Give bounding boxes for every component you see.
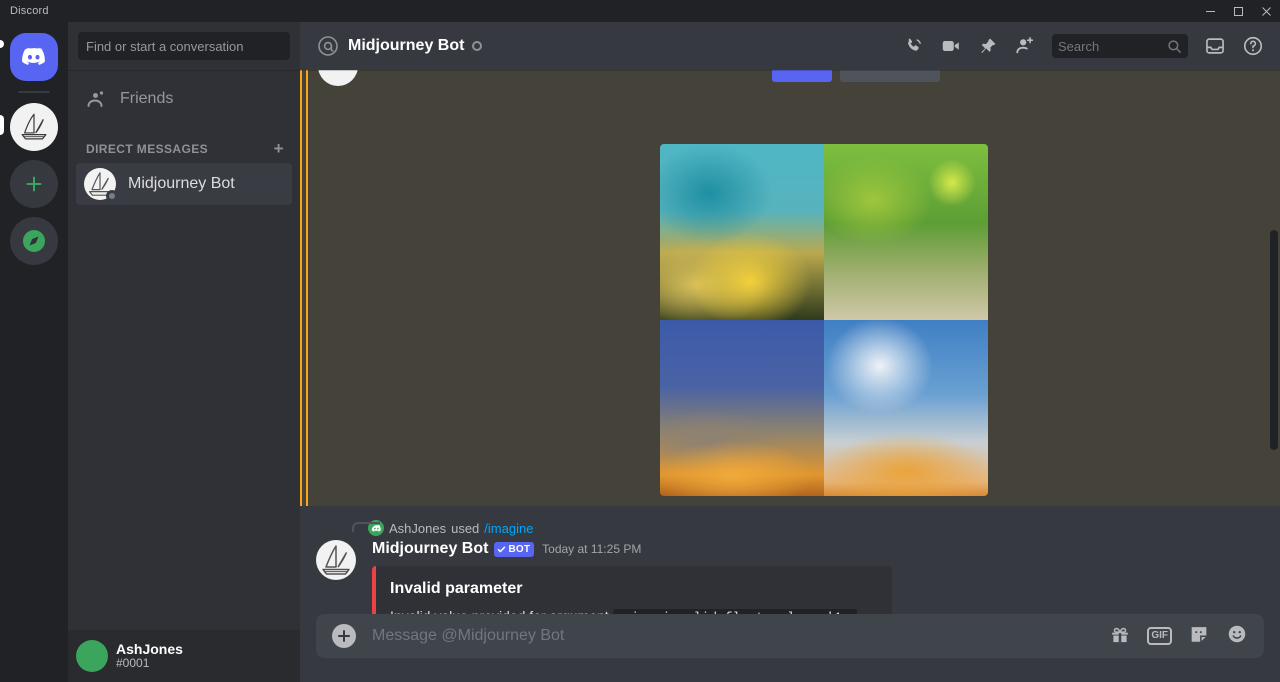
composer-container: Message @Midjourney Bot GIF bbox=[300, 614, 1280, 682]
page-title: Midjourney Bot bbox=[348, 37, 465, 54]
interaction-command[interactable]: /imagine bbox=[484, 521, 533, 536]
add-friends-icon[interactable] bbox=[1014, 35, 1036, 57]
gift-icon[interactable] bbox=[1109, 623, 1131, 650]
interaction-reference: AshJones used /imagine bbox=[300, 510, 1264, 536]
avatar bbox=[318, 70, 358, 86]
channel-header: Midjourney Bot Search bbox=[300, 22, 1280, 70]
grid-quadrant-2[interactable] bbox=[824, 144, 988, 320]
search-placeholder: Search bbox=[1058, 38, 1100, 54]
sidebar-item-friends-label: Friends bbox=[120, 90, 174, 107]
upload-file-icon[interactable] bbox=[332, 624, 356, 648]
find-conversation-input[interactable]: Find or start a conversation bbox=[78, 32, 290, 60]
user-panel[interactable]: AshJones #0001 bbox=[68, 630, 300, 682]
status-badge bbox=[106, 190, 118, 202]
server-rail bbox=[0, 22, 68, 682]
app-title: Discord bbox=[10, 5, 49, 17]
discord-window: Discord Find or start a conversation Fri… bbox=[0, 0, 1280, 682]
message-author[interactable]: Midjourney Bot bbox=[372, 540, 488, 558]
user-discriminator: #0001 bbox=[116, 656, 150, 671]
at-symbol-icon bbox=[318, 36, 338, 56]
friends-icon bbox=[87, 91, 104, 107]
grid-quadrant-4[interactable] bbox=[824, 320, 988, 496]
gif-icon[interactable]: GIF bbox=[1147, 627, 1172, 645]
start-video-call-icon[interactable] bbox=[940, 35, 962, 57]
avatar bbox=[84, 168, 118, 202]
inbox-icon[interactable] bbox=[1204, 35, 1226, 57]
message-composer[interactable]: Message @Midjourney Bot GIF bbox=[316, 614, 1264, 658]
app-body: Find or start a conversation Friends DIR… bbox=[0, 22, 1280, 682]
plus-icon bbox=[26, 176, 42, 192]
upscale-variation-buttons[interactable] bbox=[772, 70, 940, 82]
direct-messages-header: DIRECT MESSAGES + bbox=[76, 122, 292, 163]
create-dm-button[interactable]: + bbox=[274, 140, 284, 157]
rail-pill-midjourney bbox=[0, 115, 4, 135]
sidebar-item-friends[interactable]: Friends bbox=[76, 78, 292, 120]
direct-messages-title: DIRECT MESSAGES bbox=[86, 141, 209, 156]
sailboat-icon bbox=[322, 545, 350, 575]
grid-quadrant-3[interactable] bbox=[660, 320, 824, 496]
dm-sidebar: Find or start a conversation Friends DIR… bbox=[68, 22, 300, 682]
grid-quadrant-1[interactable] bbox=[660, 144, 824, 320]
dm-item-label: Midjourney Bot bbox=[128, 175, 235, 192]
rail-separator bbox=[18, 91, 50, 93]
interaction-user[interactable]: AshJones bbox=[389, 521, 446, 536]
dm-status-icon bbox=[472, 41, 483, 51]
message-scrollbar[interactable] bbox=[1270, 230, 1278, 450]
close-icon[interactable] bbox=[1252, 0, 1280, 22]
message-content: Midjourney Bot BOT Today at 11:25 PM Inv… bbox=[356, 538, 1264, 614]
home-button[interactable] bbox=[10, 33, 58, 81]
status-badge: BOT bbox=[494, 541, 535, 557]
minimize-icon[interactable] bbox=[1196, 0, 1224, 22]
window-controls bbox=[1196, 0, 1280, 22]
interaction-verb: used bbox=[451, 520, 480, 536]
reply-connector bbox=[352, 522, 380, 532]
clipped-message-row bbox=[302, 70, 1264, 86]
message-body-row: Midjourney Bot BOT Today at 11:25 PM Inv… bbox=[300, 536, 1264, 614]
button-row-item[interactable] bbox=[840, 70, 940, 82]
verified-check-icon bbox=[498, 546, 506, 552]
user-meta: AshJones #0001 bbox=[116, 641, 183, 671]
main-column: Midjourney Bot Search AshJones used /ima… bbox=[300, 22, 1280, 682]
title-bar: Discord bbox=[0, 0, 1280, 22]
message-input[interactable]: Message @Midjourney Bot bbox=[372, 627, 1093, 645]
compass-icon bbox=[23, 230, 45, 252]
message-list[interactable]: AshJones used /imagine Midjourney Bot BO… bbox=[300, 70, 1280, 614]
dm-item-midjourney-bot[interactable]: Midjourney Bot bbox=[76, 163, 292, 205]
emoji-icon[interactable] bbox=[1226, 623, 1248, 650]
message-timestamp: Today at 11:25 PM bbox=[542, 542, 642, 556]
discord-logo-icon bbox=[22, 47, 45, 65]
sidebar-search-container: Find or start a conversation bbox=[68, 22, 300, 70]
rail-pill-home bbox=[0, 40, 4, 48]
pinned-messages-icon[interactable] bbox=[978, 36, 998, 56]
error-embed: Invalid parameter Invalid value provided… bbox=[372, 566, 892, 614]
channel-title: Midjourney Bot bbox=[316, 34, 483, 58]
start-voice-call-icon[interactable] bbox=[902, 35, 924, 57]
composer-tools: GIF bbox=[1109, 623, 1248, 650]
help-icon[interactable] bbox=[1242, 35, 1264, 57]
server-midjourney[interactable] bbox=[10, 103, 58, 151]
add-server-button[interactable] bbox=[10, 160, 58, 208]
button-row-item[interactable] bbox=[772, 70, 832, 82]
embed-title: Invalid parameter bbox=[390, 580, 523, 597]
sidebar-nav: Friends DIRECT MESSAGES + Midjourney Bot bbox=[68, 70, 300, 630]
message-group-bot: AshJones used /imagine Midjourney Bot BO… bbox=[300, 510, 1280, 614]
avatar[interactable] bbox=[76, 640, 108, 672]
sailboat-icon bbox=[21, 113, 47, 140]
embed-description: Invalid value provided for argument --iw… bbox=[390, 606, 876, 614]
sticker-icon[interactable] bbox=[1188, 623, 1210, 650]
message-header: Midjourney Bot BOT Today at 11:25 PM bbox=[372, 538, 1264, 560]
explore-servers-button[interactable] bbox=[10, 217, 58, 265]
user-name: AshJones bbox=[116, 641, 183, 658]
search-input[interactable]: Search bbox=[1052, 34, 1188, 58]
bot-tag-label: BOT bbox=[508, 543, 531, 555]
avatar[interactable] bbox=[316, 540, 356, 580]
search-icon bbox=[1167, 39, 1182, 54]
header-actions: Search bbox=[902, 34, 1272, 58]
midjourney-image-grid[interactable] bbox=[660, 144, 988, 496]
maximize-icon[interactable] bbox=[1224, 0, 1252, 22]
embed-description-text: Invalid value provided for argument bbox=[390, 608, 609, 614]
